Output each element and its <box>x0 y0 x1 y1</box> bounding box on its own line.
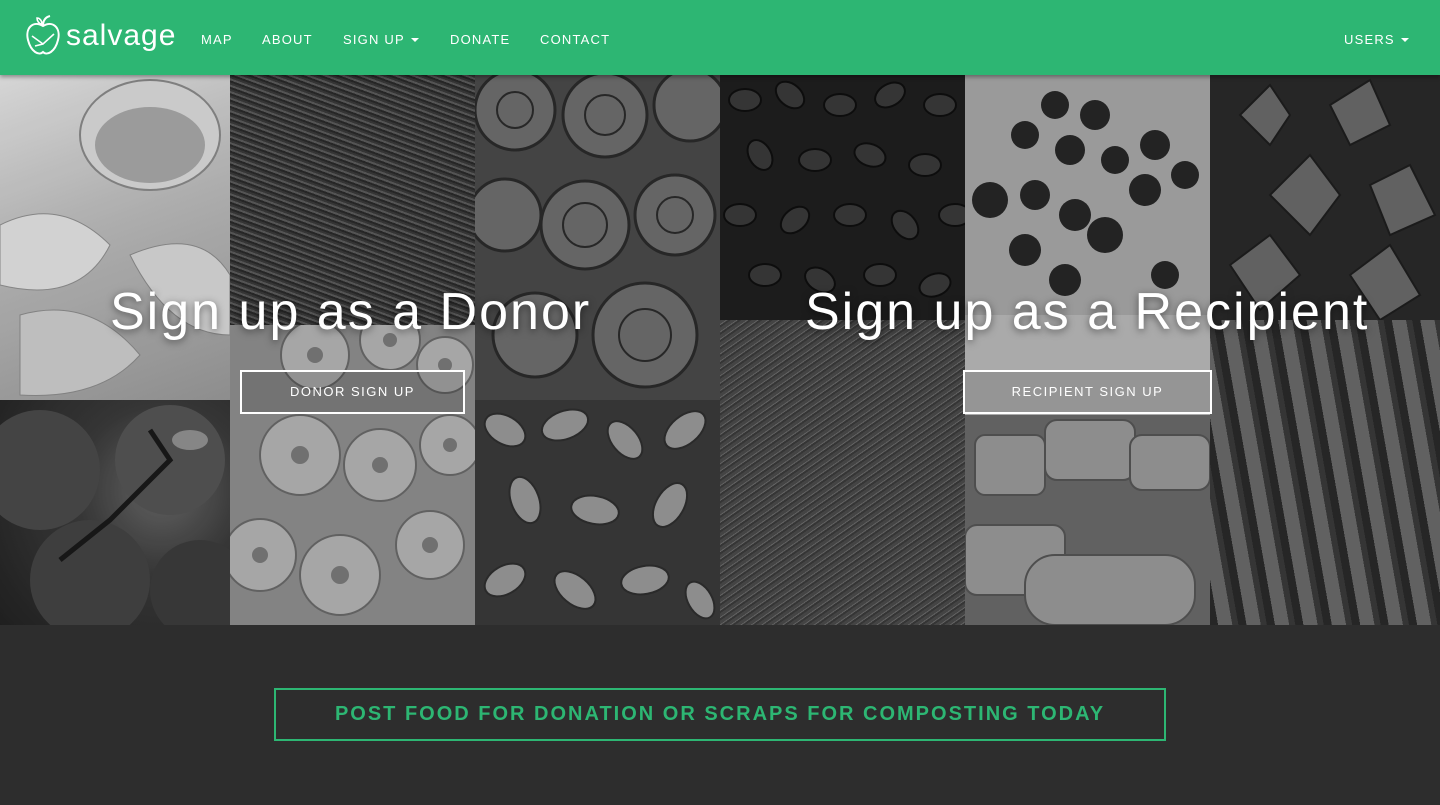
brand-name: salvage <box>66 19 177 52</box>
nav-contact[interactable]: CONTACT <box>540 0 610 80</box>
nav-donate-label: DONATE <box>450 32 511 47</box>
brand-logo-link[interactable]: salvage <box>24 14 176 58</box>
donor-sign-up-button[interactable]: DONOR SIGN UP <box>240 370 465 414</box>
apple-logo-icon <box>26 15 60 55</box>
nav-about-label: ABOUT <box>262 32 313 47</box>
nav-users-dropdown[interactable]: USERS <box>1344 0 1409 80</box>
nav-map-label: MAP <box>201 32 233 47</box>
top-navbar: salvage MAP ABOUT SIGN UP DONATE CONTACT… <box>0 0 1440 75</box>
nav-map[interactable]: MAP <box>201 0 233 80</box>
post-food-cta-button[interactable]: POST FOOD FOR DONATION OR SCRAPS FOR COM… <box>274 688 1166 741</box>
nav-sign-up-dropdown[interactable]: SIGN UP <box>343 0 419 80</box>
nav-about[interactable]: ABOUT <box>262 0 313 80</box>
nav-users-label: USERS <box>1344 32 1395 47</box>
recipient-heading: Sign up as a Recipient <box>805 283 1370 341</box>
recipient-sign-up-button[interactable]: RECIPIENT SIGN UP <box>963 370 1212 414</box>
cta-band: POST FOOD FOR DONATION OR SCRAPS FOR COM… <box>0 625 1440 805</box>
caret-down-icon <box>1400 38 1409 42</box>
hero-collage: Sign up as a Donor DONOR SIGN UP Sign up… <box>0 75 1440 625</box>
nav-contact-label: CONTACT <box>540 32 611 47</box>
nav-sign-up-label: SIGN UP <box>343 32 405 47</box>
nav-donate[interactable]: DONATE <box>450 0 510 80</box>
donor-heading: Sign up as a Donor <box>110 283 592 341</box>
caret-down-icon <box>410 38 419 42</box>
hero-overlay <box>0 75 1440 625</box>
